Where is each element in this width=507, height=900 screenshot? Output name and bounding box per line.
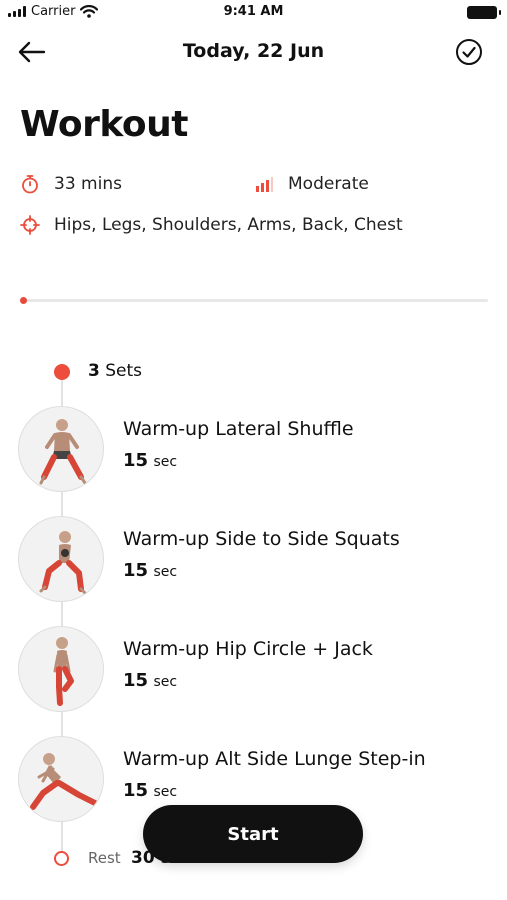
exercise-item[interactable]: Warm-up Hip Circle + Jack 15 sec — [18, 626, 488, 716]
exercise-name: Warm-up Side to Side Squats — [123, 528, 400, 550]
rest-dot — [54, 851, 69, 866]
intensity-bars-icon — [256, 177, 273, 192]
exercise-item[interactable]: Warm-up Lateral Shuffle 15 sec — [18, 406, 488, 496]
side-lunge-figure-icon — [30, 753, 98, 810]
rest-label: Rest — [88, 849, 121, 867]
muscles-row: Hips, Legs, Shoulders, Arms, Back, Chest — [20, 215, 403, 235]
exercise-thumbnail — [18, 406, 104, 492]
sets-dot — [54, 364, 70, 380]
battery-icon — [467, 6, 501, 19]
muscles-value: Hips, Legs, Shoulders, Arms, Back, Chest — [54, 215, 403, 235]
target-icon — [20, 215, 40, 235]
check-circle-icon[interactable] — [455, 38, 483, 66]
status-time: 9:41 AM — [223, 4, 284, 19]
exercise-thumbnail — [18, 626, 104, 712]
stopwatch-icon — [22, 175, 38, 194]
sets-count: 3 — [88, 361, 100, 381]
exercise-name: Warm-up Alt Side Lunge Step-in — [123, 748, 426, 770]
page-title: Workout — [20, 104, 188, 145]
exercise-thumbnail — [18, 516, 104, 602]
workout-progress-bar — [20, 297, 488, 304]
intensity-row: Moderate — [254, 174, 369, 194]
duration-value: 33 mins — [54, 174, 122, 194]
status-bar: Carrier 9:41 AM — [0, 0, 507, 26]
exercise-duration: 15 sec — [123, 670, 178, 691]
exercise-duration: 15 sec — [123, 780, 178, 801]
exercise-thumbnail — [18, 736, 104, 822]
progress-indicator — [20, 297, 27, 304]
nav-title: Today, 22 Jun — [182, 40, 325, 62]
intensity-value: Moderate — [288, 174, 369, 194]
exercise-item[interactable]: Warm-up Side to Side Squats 15 sec — [18, 516, 488, 606]
lateral-shuffle-figure-icon — [39, 419, 87, 485]
exercise-name: Warm-up Lateral Shuffle — [123, 418, 354, 440]
hip-circle-figure-icon — [53, 637, 74, 706]
exercise-name: Warm-up Hip Circle + Jack — [123, 638, 373, 660]
nav-bar: Today, 22 Jun — [0, 30, 507, 74]
exercise-duration: 15 sec — [123, 450, 178, 471]
start-button[interactable]: Start — [143, 805, 363, 863]
side-squat-figure-icon — [39, 531, 87, 595]
duration-row: 33 mins — [20, 174, 122, 194]
sets-label: 3 Sets — [88, 361, 142, 381]
exercise-duration: 15 sec — [123, 560, 178, 581]
sets-text: Sets — [105, 361, 143, 381]
